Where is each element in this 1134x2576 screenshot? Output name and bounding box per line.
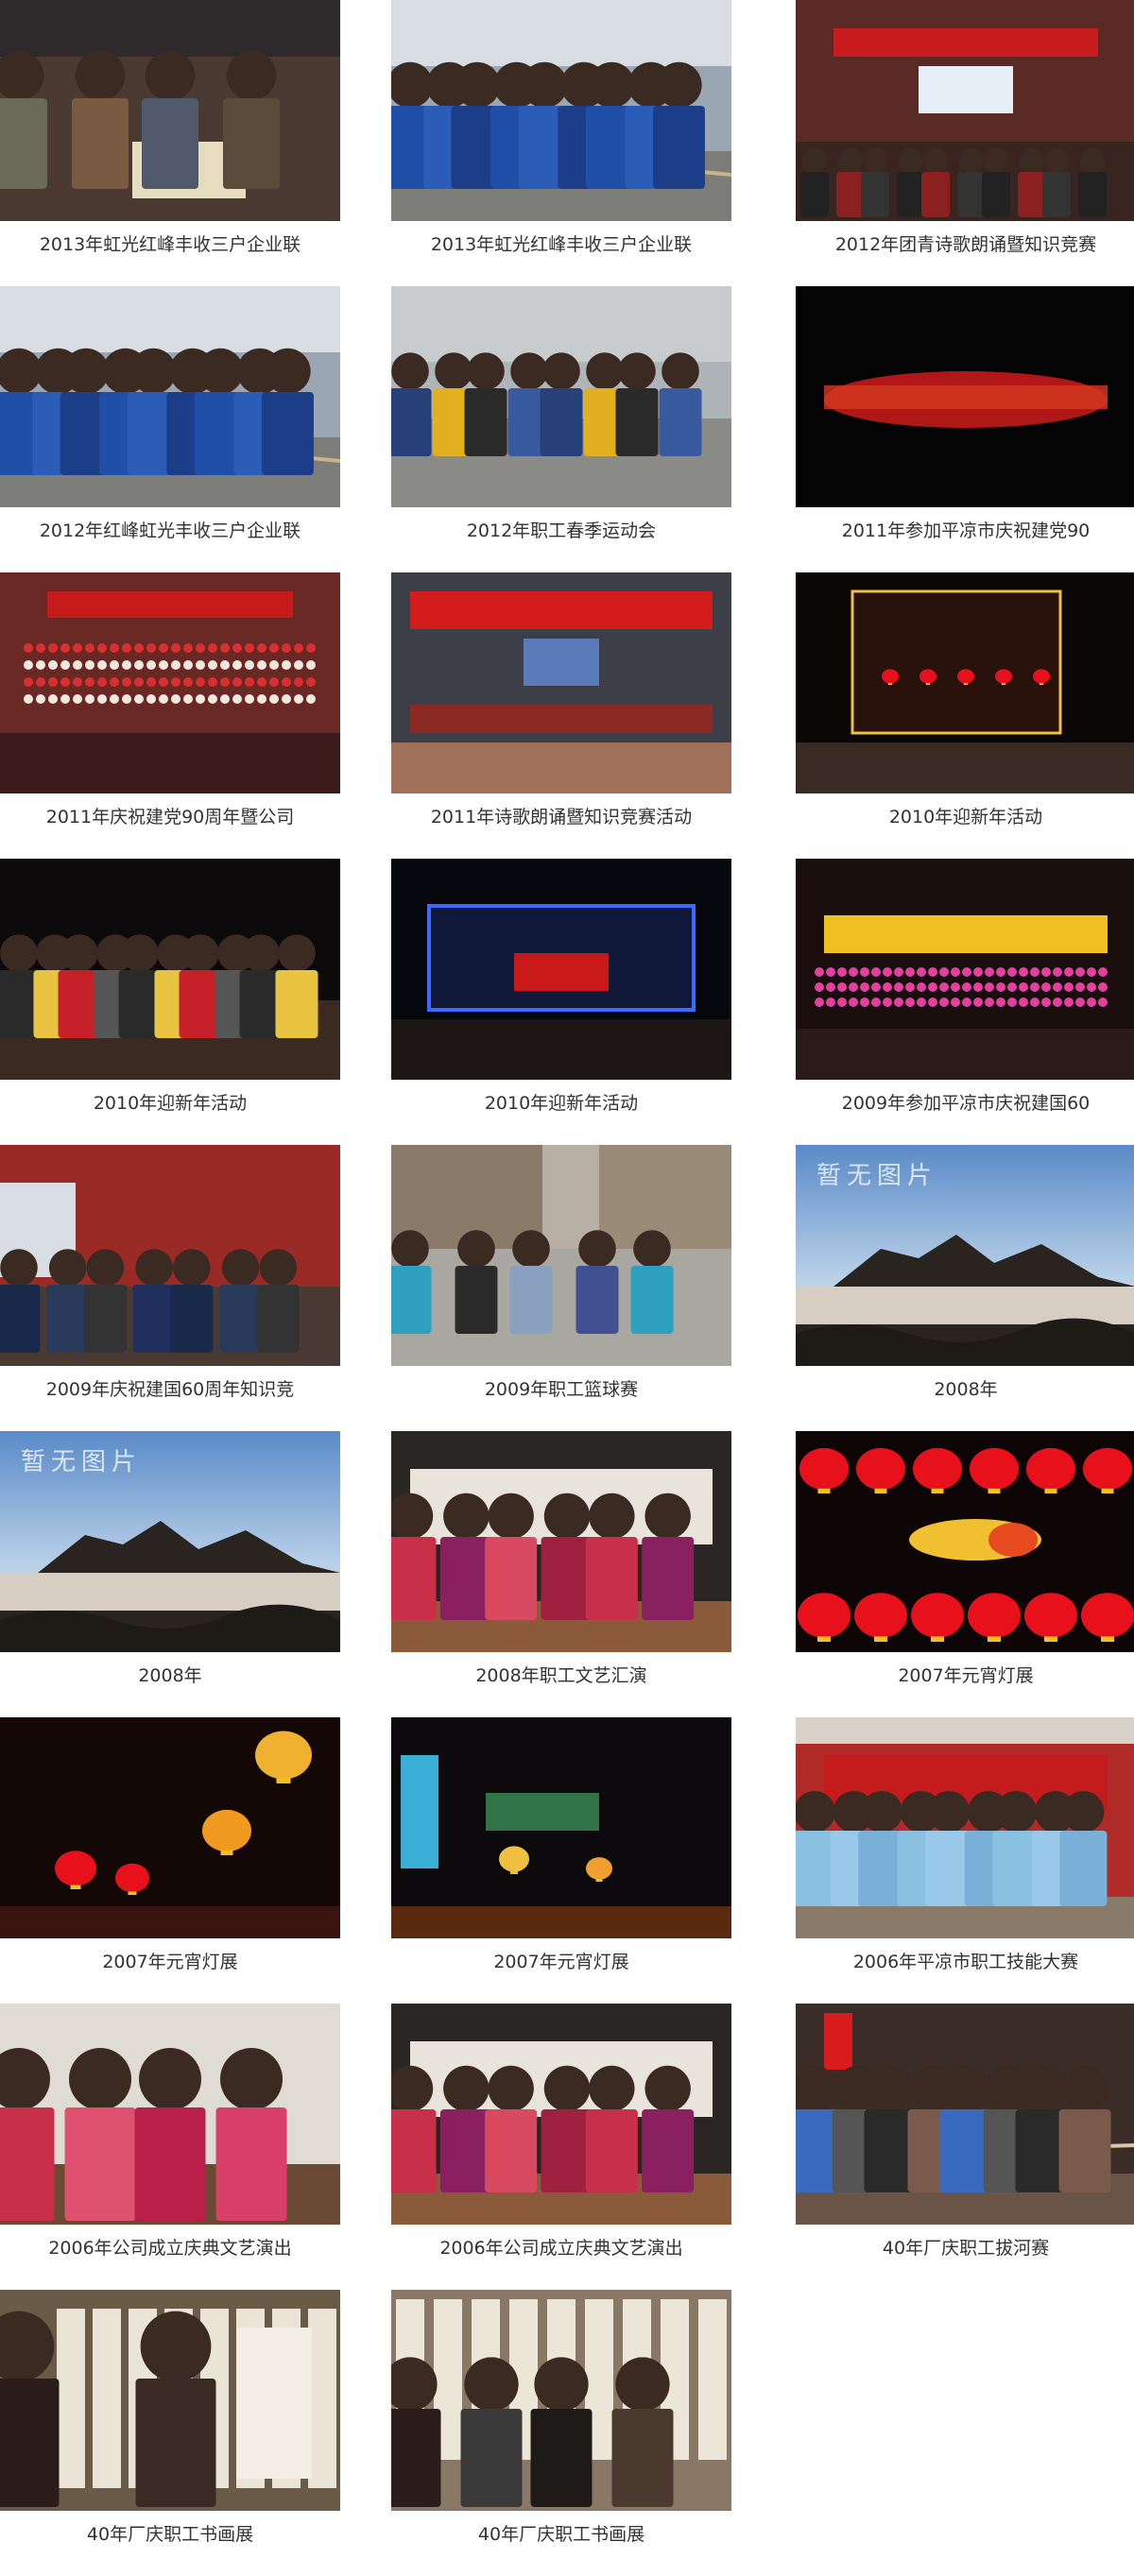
gallery-item[interactable]: 2010年迎新年活动 [0,859,340,1145]
photo-thumbnail[interactable] [391,859,731,1080]
no-image-watermark: 暂无图片 [816,1162,938,1190]
photo-thumbnail[interactable] [391,2290,731,2511]
gallery-item[interactable]: 2007年元宵灯展 [796,1431,1134,1717]
photo-caption[interactable]: 2012年职工春季运动会 [391,517,731,542]
photo-caption[interactable]: 2007年元宵灯展 [391,1948,731,1973]
photo-caption[interactable]: 2013年虹光红峰丰收三户企业联 [0,230,340,256]
photo-thumbnail[interactable]: 暂无图片 [0,1431,340,1652]
gallery-item[interactable]: 2008年职工文艺汇演 [391,1431,731,1717]
photo-thumbnail[interactable] [796,859,1134,1080]
photo-caption[interactable]: 2009年职工篮球赛 [391,1375,731,1401]
photo-caption[interactable]: 2012年团青诗歌朗诵暨知识竞赛 [796,230,1134,256]
gallery-item[interactable]: 2007年元宵灯展 [0,1717,340,2004]
photo-caption[interactable]: 2006年公司成立庆典文艺演出 [0,2234,340,2260]
photo-caption[interactable]: 2010年迎新年活动 [0,1089,340,1115]
gallery-item[interactable]: 2012年红峰虹光丰收三户企业联 [0,286,340,572]
gallery-item[interactable]: 2011年诗歌朗诵暨知识竞赛活动 [391,572,731,859]
photo-thumbnail[interactable] [796,572,1134,793]
photo-thumbnail[interactable] [0,2290,340,2511]
photo-caption[interactable]: 2006年平凉市职工技能大赛 [796,1948,1134,1973]
photo-thumbnail[interactable] [796,1431,1134,1652]
gallery-item[interactable]: 2011年庆祝建党90周年暨公司 [0,572,340,859]
gallery-item[interactable]: 2013年虹光红峰丰收三户企业联 [0,0,340,286]
photo-thumbnail[interactable]: 暂无图片 [796,1145,1134,1366]
photo-thumbnail[interactable] [391,0,731,221]
gallery-item[interactable]: 2006年公司成立庆典文艺演出 [391,2004,731,2290]
gallery-item[interactable]: 暂无图片 2008年 [0,1431,340,1717]
gallery-item[interactable]: 2013年虹光红峰丰收三户企业联 [391,0,731,286]
photo-thumbnail[interactable] [0,1145,340,1366]
photo-gallery: 2013年虹光红峰丰收三户企业联 2013年虹光红峰丰收三户企业联 2012年团青诗… [0,0,1134,2567]
photo-thumbnail[interactable] [0,286,340,507]
photo-thumbnail[interactable] [391,2004,731,2225]
gallery-item[interactable]: 2011年参加平凉市庆祝建党90 [796,286,1134,572]
photo-thumbnail[interactable] [0,0,340,221]
photo-caption[interactable]: 2008年职工文艺汇演 [391,1662,731,1687]
photo-caption[interactable]: 40年厂庆职工书画展 [0,2520,340,2546]
gallery-item[interactable]: 2009年参加平凉市庆祝建国60 [796,859,1134,1145]
photo-caption[interactable]: 2010年迎新年活动 [796,803,1134,828]
gallery-item[interactable]: 2012年职工春季运动会 [391,286,731,572]
photo-caption[interactable]: 2009年参加平凉市庆祝建国60 [796,1089,1134,1115]
photo-thumbnail[interactable] [391,572,731,793]
photo-caption[interactable]: 2012年红峰虹光丰收三户企业联 [0,517,340,542]
photo-caption[interactable]: 2007年元宵灯展 [796,1662,1134,1687]
photo-thumbnail[interactable] [796,286,1134,507]
photo-caption[interactable]: 2011年庆祝建党90周年暨公司 [0,803,340,828]
photo-thumbnail[interactable] [796,2004,1134,2225]
gallery-item[interactable]: 2006年平凉市职工技能大赛 [796,1717,1134,2004]
photo-caption[interactable]: 2008年 [0,1662,340,1687]
gallery-item[interactable]: 2012年团青诗歌朗诵暨知识竞赛 [796,0,1134,286]
photo-caption[interactable]: 2008年 [796,1375,1134,1401]
photo-thumbnail[interactable] [0,1717,340,1938]
gallery-item[interactable]: 40年厂庆职工拔河赛 [796,2004,1134,2290]
gallery-item[interactable]: 40年厂庆职工书画展 [0,2290,340,2576]
photo-caption[interactable]: 40年厂庆职工书画展 [391,2520,731,2546]
photo-caption[interactable]: 2013年虹光红峰丰收三户企业联 [391,230,731,256]
gallery-item[interactable]: 2010年迎新年活动 [796,572,1134,859]
photo-caption[interactable]: 2010年迎新年活动 [391,1089,731,1115]
gallery-item[interactable]: 2007年元宵灯展 [391,1717,731,2004]
photo-caption[interactable]: 2006年公司成立庆典文艺演出 [391,2234,731,2260]
photo-caption[interactable]: 2007年元宵灯展 [0,1948,340,1973]
photo-caption[interactable]: 40年厂庆职工拔河赛 [796,2234,1134,2260]
gallery-item[interactable]: 2010年迎新年活动 [391,859,731,1145]
photo-thumbnail[interactable] [391,1145,731,1366]
gallery-item[interactable]: 40年厂庆职工书画展 [391,2290,731,2576]
photo-thumbnail[interactable] [0,859,340,1080]
photo-thumbnail[interactable] [796,1717,1134,1938]
photo-thumbnail[interactable] [391,1717,731,1938]
photo-caption[interactable]: 2011年参加平凉市庆祝建党90 [796,517,1134,542]
photo-thumbnail[interactable] [391,286,731,507]
no-image-watermark: 暂无图片 [21,1448,143,1476]
photo-thumbnail[interactable] [0,2004,340,2225]
photo-thumbnail[interactable] [0,572,340,793]
gallery-item[interactable]: 2009年职工篮球赛 [391,1145,731,1431]
gallery-item[interactable]: 2009年庆祝建国60周年知识竞 [0,1145,340,1431]
photo-thumbnail[interactable] [796,0,1134,221]
photo-caption[interactable]: 2011年诗歌朗诵暨知识竞赛活动 [391,803,731,828]
photo-thumbnail[interactable] [391,1431,731,1652]
gallery-item[interactable]: 暂无图片 2008年 [796,1145,1134,1431]
gallery-item[interactable]: 2006年公司成立庆典文艺演出 [0,2004,340,2290]
photo-caption[interactable]: 2009年庆祝建国60周年知识竞 [0,1375,340,1401]
